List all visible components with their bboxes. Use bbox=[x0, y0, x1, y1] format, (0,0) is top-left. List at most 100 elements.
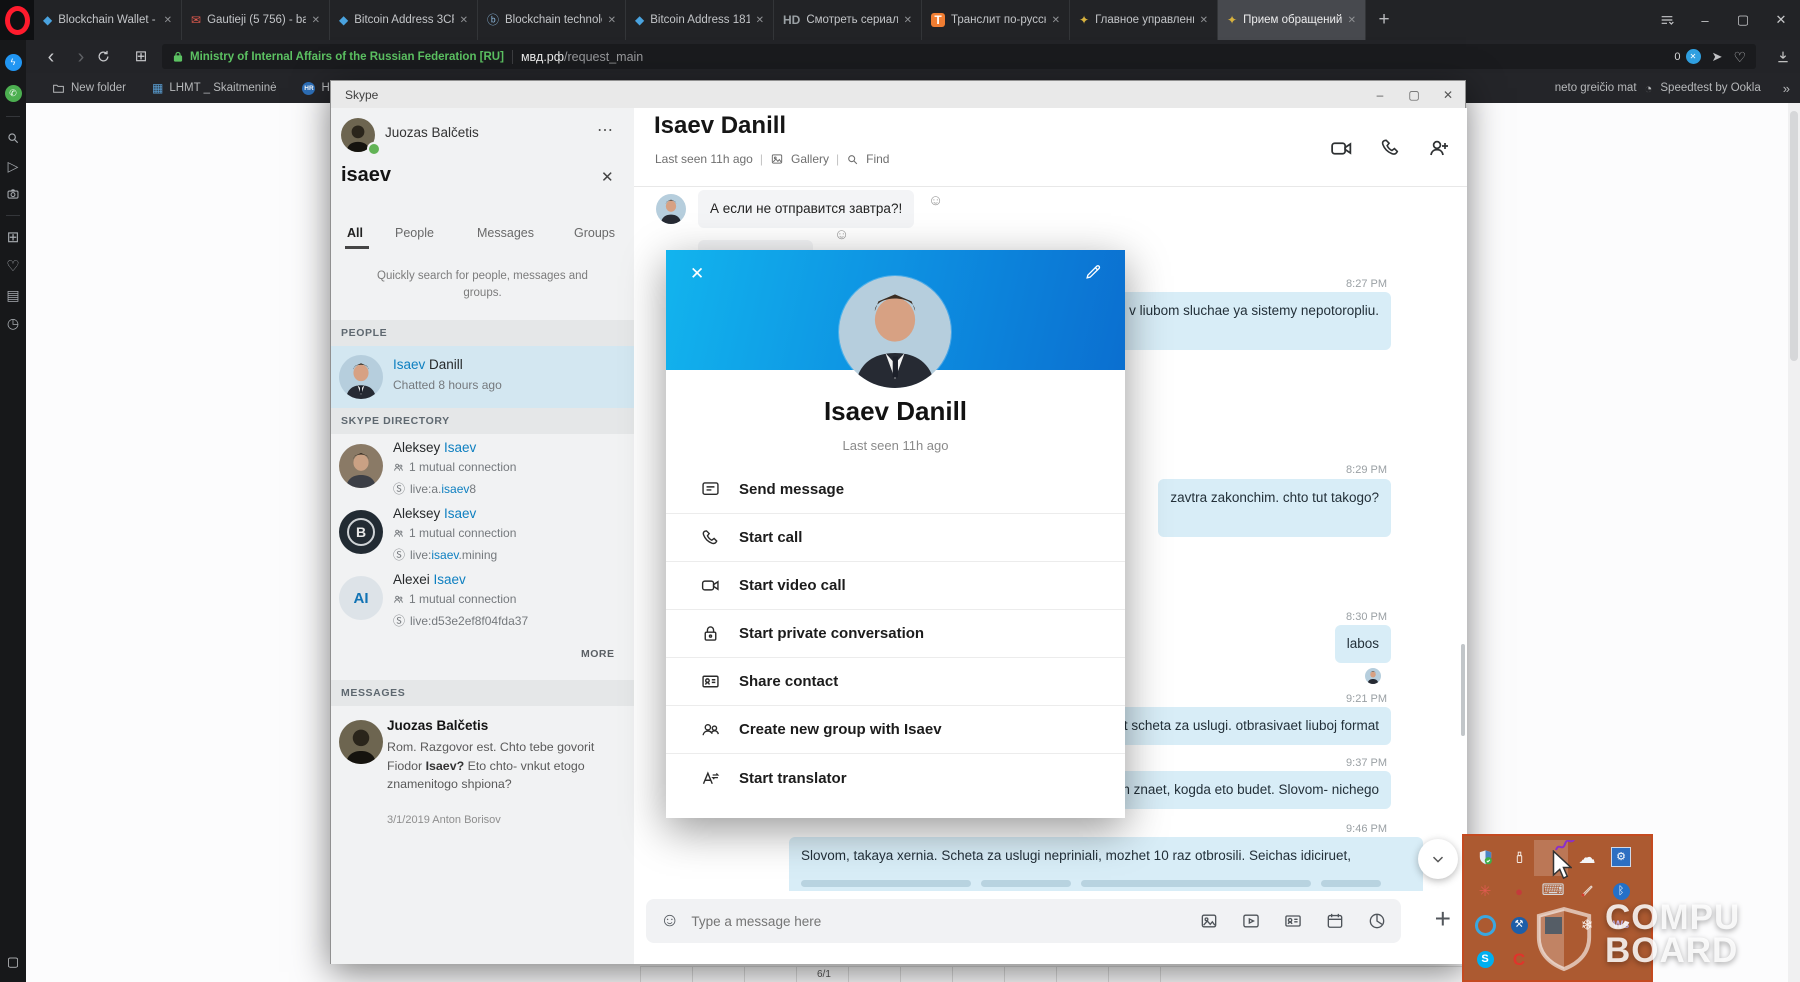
photo-app-icon[interactable] bbox=[1538, 910, 1568, 940]
find-link[interactable]: Find bbox=[866, 152, 889, 166]
skype-titlebar[interactable]: Skype – ▢ ✕ bbox=[331, 81, 1465, 109]
tab-priem-obrashchenij-active[interactable]: ✦ Прием обращений ✕ bbox=[1218, 0, 1366, 40]
tab-blockchain-wallet[interactable]: ◆ Blockchain Wallet - Exch ✕ bbox=[34, 0, 182, 40]
skype-maximize-button[interactable]: ▢ bbox=[1397, 81, 1431, 108]
outgoing-message[interactable]: Slovom, takaya xernia. Scheta za uslugi … bbox=[789, 837, 1423, 897]
news-icon[interactable]: ▤ bbox=[6, 288, 19, 302]
tab-people[interactable]: People bbox=[395, 226, 434, 240]
tab-blockchain-technologija[interactable]: ⓑ Blockchain technologija ✕ bbox=[478, 0, 626, 40]
contact-avatar[interactable] bbox=[839, 276, 951, 388]
tab-menu-button[interactable] bbox=[1648, 0, 1686, 40]
bookmarks-overflow-chevron[interactable]: » bbox=[1783, 81, 1790, 96]
skype-minimize-button[interactable]: – bbox=[1363, 81, 1397, 108]
add-to-message-button[interactable]: + bbox=[1435, 903, 1451, 935]
outgoing-message[interactable]: labos bbox=[1335, 625, 1391, 663]
windows-defender-icon[interactable] bbox=[1470, 842, 1500, 872]
preview-name[interactable]: Juozas Balčetis bbox=[387, 718, 488, 733]
usb-device-icon[interactable] bbox=[1504, 842, 1534, 872]
schedule-icon[interactable] bbox=[1325, 911, 1345, 931]
bookmark-lhmt[interactable]: ▦ LHMT _ Skaitmeninė bbox=[152, 81, 277, 95]
tab-all[interactable]: All bbox=[347, 226, 363, 240]
action-send-message[interactable]: Send message bbox=[666, 466, 1125, 514]
add-person-button[interactable] bbox=[1427, 136, 1451, 160]
opera-logo[interactable] bbox=[0, 0, 34, 40]
directory-row[interactable]: Aleksey Isaev 1 mutual connection Ⓢ live… bbox=[331, 434, 634, 500]
outgoing-message[interactable]: n znaet, kogda eto budet. Slovom- nicheg… bbox=[1110, 771, 1391, 809]
close-tab-icon[interactable]: ✕ bbox=[312, 15, 320, 26]
search-icon[interactable] bbox=[6, 131, 20, 145]
action-start-private-conversation[interactable]: Start private conversation bbox=[666, 610, 1125, 658]
gallery-link[interactable]: Gallery bbox=[791, 152, 829, 166]
close-tab-icon[interactable]: ✕ bbox=[1200, 15, 1208, 26]
my-flow-icon[interactable]: ▷ bbox=[8, 159, 19, 173]
opera-tray-icon[interactable]: C bbox=[1504, 944, 1534, 974]
paintbrush-icon[interactable] bbox=[1572, 876, 1602, 906]
emoji-reaction-icon[interactable]: ☺ bbox=[834, 226, 849, 243]
tab-groups[interactable]: Groups bbox=[574, 226, 615, 240]
emoji-picker-icon[interactable]: ☺ bbox=[660, 910, 679, 932]
bookmark-partial-label[interactable]: neto greičio mat bbox=[1555, 82, 1637, 94]
close-tab-icon[interactable]: ✕ bbox=[460, 15, 468, 26]
window-maximize-button[interactable]: ▢ bbox=[1724, 0, 1762, 40]
video-message-icon[interactable] bbox=[1241, 911, 1261, 931]
outgoing-message[interactable]: v liubom sluchae ya sistemy nepotoropliu… bbox=[1117, 292, 1391, 350]
close-tab-icon[interactable]: ✕ bbox=[608, 15, 616, 26]
skype-tray-icon[interactable]: S bbox=[1470, 944, 1500, 974]
downloads-button[interactable] bbox=[1766, 49, 1800, 65]
poll-icon[interactable] bbox=[1367, 911, 1387, 931]
speed-dial-icon[interactable]: ⊞ bbox=[7, 230, 20, 245]
outgoing-message[interactable]: zavtra zakonchim. chto tut takogo? bbox=[1158, 479, 1391, 537]
tab-bitcoin-address-2[interactable]: ◆ Bitcoin Address 181Jpaa ✕ bbox=[626, 0, 774, 40]
incoming-message[interactable]: А если не отправится завтра?! bbox=[698, 190, 914, 228]
speed-dial-button[interactable]: ⊞ bbox=[126, 49, 156, 64]
forward-button[interactable]: › bbox=[66, 47, 96, 67]
snowflake-icon[interactable]: ❄ bbox=[1572, 910, 1602, 940]
bluetooth-icon[interactable]: ᛒ bbox=[1606, 876, 1636, 906]
action-start-translator[interactable]: Start translator bbox=[666, 754, 1125, 802]
share-icon[interactable]: ➤ bbox=[1712, 50, 1723, 63]
tab-gmail-gautieji[interactable]: ✉ Gautieji (5 756) - balceti ✕ bbox=[182, 0, 330, 40]
skype-close-button[interactable]: ✕ bbox=[1431, 81, 1465, 108]
close-tab-icon[interactable]: ✕ bbox=[1052, 15, 1060, 26]
preview-text[interactable]: Rom. Razgovor est. Chto tebe govorit Fio… bbox=[387, 738, 618, 794]
sidebar-settings-icon[interactable]: ▢ bbox=[7, 954, 19, 970]
message-input-field[interactable]: ☺ bbox=[646, 899, 1401, 943]
ring-app-icon[interactable] bbox=[1470, 910, 1500, 940]
reload-button[interactable] bbox=[96, 49, 126, 64]
page-scrollbar[interactable] bbox=[1788, 103, 1800, 982]
window-minimize-button[interactable]: – bbox=[1686, 0, 1724, 40]
chat-scrollbar[interactable] bbox=[1461, 644, 1465, 736]
more-link[interactable]: MORE bbox=[581, 648, 615, 660]
bookmark-heart-icon[interactable]: ♡ bbox=[1733, 50, 1746, 64]
close-tab-icon[interactable]: ✕ bbox=[756, 15, 764, 26]
window-close-button[interactable]: ✕ bbox=[1762, 0, 1800, 40]
scroll-to-bottom-button[interactable] bbox=[1418, 839, 1458, 879]
page-scrollbar-thumb[interactable] bbox=[1790, 111, 1798, 361]
history-clock-icon[interactable]: ◷ bbox=[7, 316, 19, 330]
photo-icon[interactable] bbox=[1199, 911, 1219, 931]
video-call-button[interactable] bbox=[1329, 136, 1354, 161]
tool-circle-icon[interactable]: ⚒ bbox=[1504, 910, 1534, 940]
action-start-video-call[interactable]: Start video call bbox=[666, 562, 1125, 610]
whatsapp-icon[interactable]: ✆ bbox=[5, 85, 22, 102]
directory-row[interactable]: B Aleksey Isaev 1 mutual connection Ⓢ li… bbox=[331, 500, 634, 566]
bookmark-speedtest[interactable]: Speedtest by Ookla bbox=[1660, 82, 1760, 94]
modal-close-icon[interactable]: ✕ bbox=[690, 264, 704, 284]
adblock-shield-icon[interactable]: ✕ bbox=[1686, 49, 1701, 64]
close-tab-icon[interactable]: ✕ bbox=[164, 15, 172, 26]
ws-app-icon[interactable]: Ws bbox=[1606, 910, 1636, 940]
close-tab-icon[interactable]: ✕ bbox=[1348, 15, 1356, 26]
action-start-call[interactable]: Start call bbox=[666, 514, 1125, 562]
emoji-reaction-icon[interactable]: ☺ bbox=[928, 192, 943, 209]
url-field[interactable]: Ministry of Internal Affairs of the Russ… bbox=[162, 44, 1756, 69]
messenger-icon[interactable]: ϟ bbox=[5, 54, 22, 71]
system-tool-icon[interactable]: ⚙ bbox=[1606, 842, 1636, 872]
bookmarks-heart-icon[interactable]: ♡ bbox=[6, 259, 19, 274]
action-share-contact[interactable]: Share contact bbox=[666, 658, 1125, 706]
tab-serial[interactable]: HD Смотреть сериал Гадал ✕ bbox=[774, 0, 922, 40]
security-badge[interactable]: Ministry of Internal Affairs of the Russ… bbox=[190, 51, 504, 63]
new-tab-button[interactable]: + bbox=[1366, 0, 1402, 40]
clear-search-icon[interactable]: ✕ bbox=[601, 168, 614, 186]
message-input[interactable] bbox=[689, 913, 1177, 930]
more-options-icon[interactable]: ⋯ bbox=[597, 120, 613, 140]
